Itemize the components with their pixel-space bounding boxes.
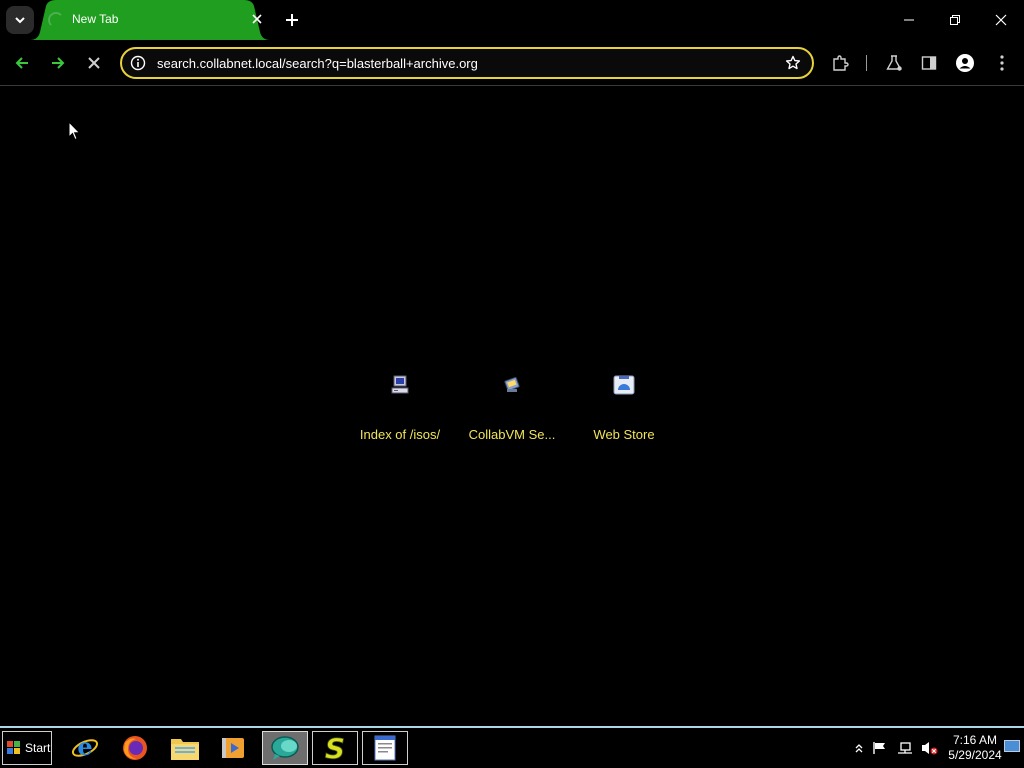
forward-button[interactable] <box>44 49 72 77</box>
arrow-left-icon <box>15 57 28 69</box>
restore-button[interactable] <box>932 0 978 40</box>
action-center-flag[interactable] <box>870 728 890 768</box>
site-info-icon[interactable] <box>129 54 147 72</box>
taskbar-wordpad[interactable] <box>362 731 408 765</box>
close-icon <box>252 14 262 24</box>
side-panel-button[interactable] <box>915 49 943 77</box>
collabvm-icon <box>504 377 520 392</box>
address-bar-url[interactable]: search.collabnet.local/search?q=blasterb… <box>157 56 478 71</box>
back-button[interactable] <box>8 49 36 77</box>
shortcut-label: Index of /isos/ <box>359 427 441 442</box>
svg-text:S: S <box>325 734 345 762</box>
clock-time: 7:16 AM <box>952 733 998 747</box>
bookmark-star-icon[interactable] <box>784 54 802 72</box>
kebab-menu-icon <box>1000 55 1004 71</box>
web-store-icon <box>613 375 635 395</box>
internet-explorer-icon: e <box>71 733 99 761</box>
browser-window: New Tab search.collabnet.local/search?q=… <box>0 0 1024 726</box>
shortcut-index-of-isos[interactable]: Index of /isos/ <box>344 365 456 449</box>
tab-title: New Tab <box>72 12 119 26</box>
taskbar-internet-explorer[interactable]: e <box>62 731 108 765</box>
browser-toolbar: search.collabnet.local/search?q=blasterb… <box>0 40 1024 86</box>
start-label: Start <box>25 741 51 755</box>
network-icon <box>898 742 912 754</box>
address-bar[interactable]: search.collabnet.local/search?q=blasterb… <box>120 47 814 79</box>
windows-logo-icon <box>7 741 20 754</box>
flag-icon <box>873 742 885 754</box>
taskbar-chat-app[interactable] <box>262 731 308 765</box>
labs-button[interactable] <box>880 49 908 77</box>
loading-spinner-icon <box>48 12 64 28</box>
network-status[interactable] <box>894 728 916 768</box>
show-hidden-icons-button[interactable] <box>852 728 866 768</box>
minimize-button[interactable] <box>886 0 932 40</box>
tab-new-tab[interactable]: New Tab <box>30 0 280 40</box>
shortcut-collabvm[interactable]: CollabVM Se... <box>456 365 568 449</box>
menu-button[interactable] <box>988 49 1016 77</box>
document-icon <box>374 735 396 761</box>
folder-icon <box>171 739 199 760</box>
side-panel-icon <box>921 56 937 70</box>
media-player-icon <box>222 738 244 758</box>
stop-loading-button[interactable] <box>80 49 108 77</box>
profile-button[interactable] <box>951 49 979 77</box>
taskbar-media-player[interactable] <box>210 731 256 765</box>
tab-close-button[interactable] <box>249 11 265 27</box>
mouse-cursor-icon <box>68 121 81 141</box>
plus-icon <box>286 14 298 26</box>
restore-icon <box>950 15 960 25</box>
close-window-button[interactable] <box>978 0 1024 40</box>
toolbar-separator <box>866 55 867 71</box>
firefox-icon <box>123 736 147 760</box>
s-letter-icon: S <box>325 734 346 762</box>
svg-text:e: e <box>77 733 92 761</box>
show-desktop-button[interactable] <box>1004 740 1020 752</box>
chevron-down-icon <box>15 17 25 24</box>
shortcut-web-store[interactable]: Web Store <box>568 365 680 449</box>
arrow-right-icon <box>52 57 65 69</box>
volume-status[interactable] <box>918 728 940 768</box>
clock-date: 5/29/2024 <box>948 748 1002 762</box>
system-clock[interactable]: 7:16 AM 5/29/2024 <box>944 733 1006 763</box>
taskbar-file-explorer[interactable] <box>162 731 208 765</box>
computer-icon <box>391 375 409 394</box>
puzzle-icon <box>833 55 849 71</box>
taskbar-firefox[interactable] <box>112 731 158 765</box>
shortcut-label: Web Store <box>593 427 655 442</box>
avatar-icon <box>956 54 974 72</box>
chat-bubble-icon <box>271 736 299 760</box>
close-icon <box>995 14 1007 26</box>
close-icon <box>88 57 100 69</box>
flask-icon <box>886 55 902 71</box>
extensions-button[interactable] <box>826 49 854 77</box>
new-tab-button[interactable] <box>280 8 304 32</box>
new-tab-page: Index of /isos/ CollabVM Se... Web Store <box>0 87 1024 726</box>
chevron-up-icon <box>855 744 863 753</box>
volume-muted-icon <box>922 742 938 755</box>
taskbar: Start e S 7:16 AM 5/29/2024 <box>0 726 1024 768</box>
start-button[interactable]: Start <box>2 731 52 765</box>
shortcut-label: CollabVM Se... <box>468 427 556 442</box>
taskbar-s-app[interactable]: S <box>312 731 358 765</box>
tab-strip: New Tab <box>0 0 1024 40</box>
minimize-icon <box>904 19 914 21</box>
